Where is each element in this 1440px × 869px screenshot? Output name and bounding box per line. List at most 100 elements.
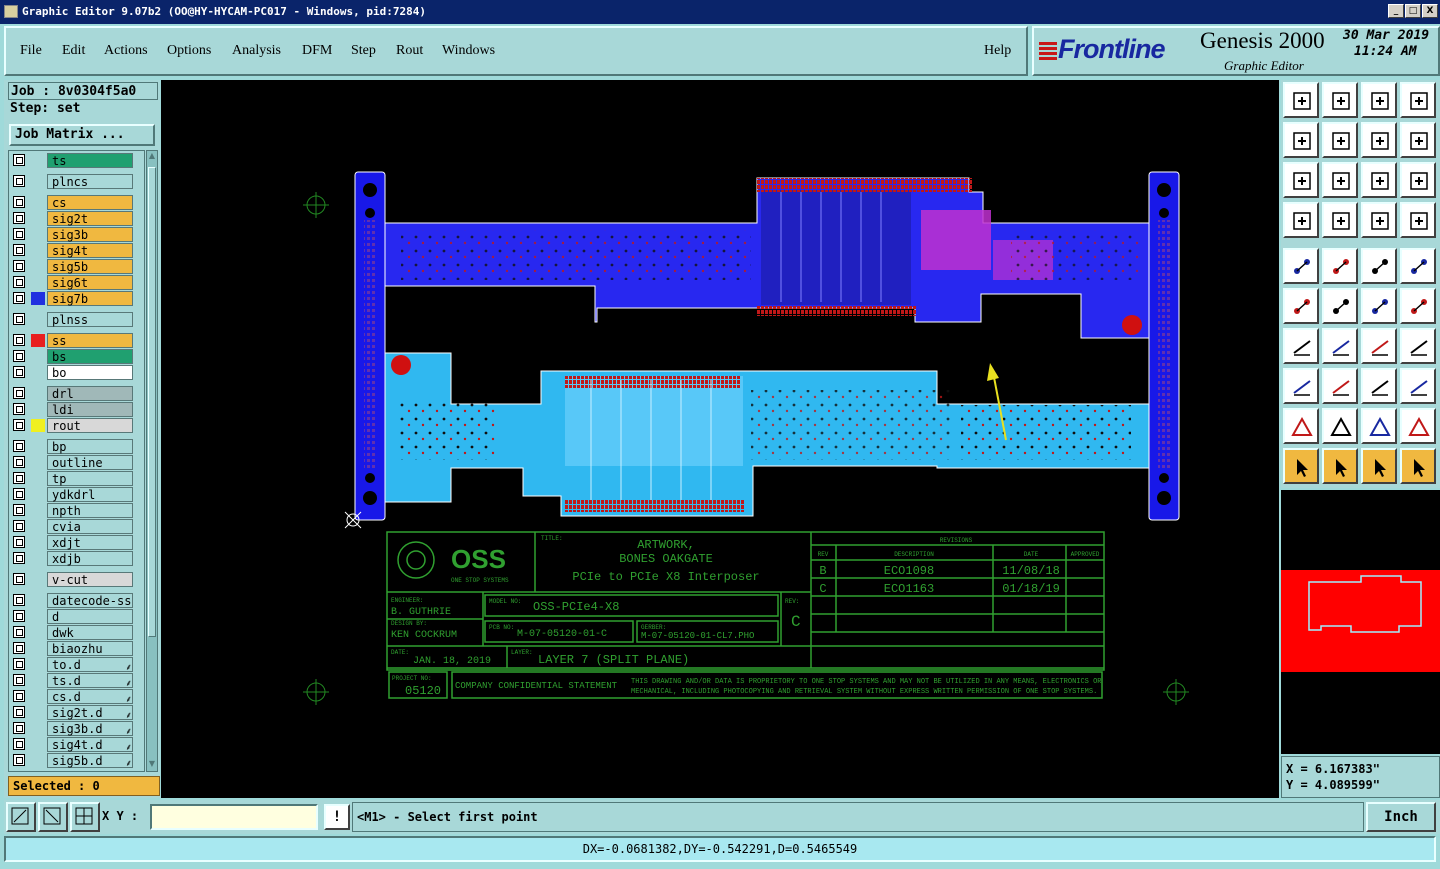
layer-row[interactable]: ydkdrl [11,487,143,502]
layer-color-swatch[interactable] [31,350,45,363]
probe-tool-button[interactable] [1322,202,1358,238]
layer-row[interactable]: dwk [11,625,143,640]
layer-color-swatch[interactable] [31,610,45,623]
layer-name[interactable]: xdjt [47,535,133,550]
arc-tool-button[interactable] [1361,328,1397,364]
zoom-fit-tool-button[interactable] [1283,162,1319,198]
layer-color-swatch[interactable] [31,536,45,549]
layer-checkbox[interactable] [13,674,25,686]
select-poly-tool-button[interactable] [1361,448,1397,484]
xy-input[interactable] [150,804,318,830]
layer-name[interactable]: ts.d ⸙ [47,673,133,689]
layer-checkbox[interactable] [13,366,25,378]
menu-edit[interactable]: Edit [62,43,85,59]
layer-color-swatch[interactable] [31,334,45,347]
layer-checkbox[interactable] [13,154,25,166]
overview-minimap[interactable] [1281,490,1440,754]
layer-checkbox[interactable] [13,626,25,638]
layer-name[interactable]: cs [47,195,133,210]
layer-checkbox[interactable] [13,419,25,431]
layer-row[interactable]: ldi [11,402,143,417]
line-angle-tool-button[interactable] [1283,328,1319,364]
select-net-tool-button[interactable] [1400,448,1436,484]
layer-checkbox[interactable] [13,472,25,484]
layer-checkbox[interactable] [13,722,25,734]
layer-name[interactable]: bo [47,365,133,380]
layer-row[interactable]: bs [11,349,143,364]
layer-checkbox[interactable] [13,276,25,288]
layer-color-swatch[interactable] [31,366,45,379]
layer-color-swatch[interactable] [31,196,45,209]
layer-name[interactable]: sig5b [47,259,133,274]
layer-name[interactable]: tp [47,471,133,486]
menu-actions[interactable]: Actions [104,43,148,59]
layer-name[interactable]: bp [47,439,133,454]
layer-name[interactable]: datecode-ss [47,593,133,608]
menu-options[interactable]: Options [167,43,211,59]
move-pad-tool-button[interactable] [1361,288,1397,324]
layer-name[interactable]: plncs [47,174,133,189]
scroll-tool-button[interactable] [1400,122,1436,158]
layer-color-swatch[interactable] [31,292,45,305]
layer-name[interactable]: sig6t [47,275,133,290]
layer-row[interactable]: drl [11,386,143,401]
layer-checkbox[interactable] [13,313,25,325]
layer-row[interactable]: to.d ⸙ [11,657,143,673]
layer-row[interactable]: outline [11,455,143,470]
layer-checkbox[interactable] [13,403,25,415]
layer-name[interactable]: ydkdrl [47,487,133,502]
minimize-button[interactable]: _ [1388,4,1404,18]
layer-color-swatch[interactable] [31,472,45,485]
layer-row[interactable]: ts [11,153,143,168]
pad-tool-button[interactable] [1400,248,1436,284]
layer-checkbox[interactable] [13,738,25,750]
layer-name[interactable]: outline [47,455,133,470]
layer-row[interactable]: npth [11,503,143,518]
layer-checkbox[interactable] [13,594,25,606]
layer-row[interactable]: sig7b [11,291,143,306]
histogram-tool-button[interactable] [1361,248,1397,284]
layer-name[interactable]: npth [47,503,133,518]
layer-color-swatch[interactable] [31,738,45,751]
layer-name[interactable]: ss [47,333,133,348]
layer-color-swatch[interactable] [31,504,45,517]
layer-color-swatch[interactable] [31,440,45,453]
fit-window-tool-button[interactable] [1400,82,1436,118]
layer-color-swatch[interactable] [31,706,45,719]
menu-windows[interactable]: Windows [442,43,495,59]
scale-tool-button[interactable] [1361,162,1397,198]
menu-step[interactable]: Step [351,43,376,59]
snap-button[interactable] [6,802,36,832]
layer-name[interactable]: sig2t [47,211,133,226]
layer-checkbox[interactable] [13,244,25,256]
layer-color-swatch[interactable] [31,754,45,767]
layer-row[interactable]: bp [11,439,143,454]
layer-row[interactable]: ss [11,333,143,348]
layer-name[interactable]: plnss [47,312,133,327]
layer-row[interactable]: sig6t [11,275,143,290]
layer-checkbox[interactable] [13,260,25,272]
help-tool-button[interactable] [1400,162,1436,198]
layer-name[interactable]: to.d ⸙ [47,657,133,673]
menu-dfm[interactable]: DFM [302,43,332,59]
layer-checkbox[interactable] [13,573,25,585]
layer-color-swatch[interactable] [31,313,45,326]
zoom-prev-tool-button[interactable] [1283,122,1319,158]
layer-checkbox[interactable] [13,642,25,654]
pan-tool-button[interactable] [1361,122,1397,158]
job-matrix-button[interactable]: Job Matrix ... [9,124,155,146]
zoom-center-tool-button[interactable] [1322,162,1358,198]
layer-name[interactable]: sig4t.d ⸙ [47,737,133,753]
line-split-tool-button[interactable] [1322,368,1358,404]
layer-row[interactable]: xdjb [11,551,143,566]
connect-tool-button[interactable] [1283,288,1319,324]
select-cursor-tool-button[interactable] [1283,448,1319,484]
delete-node-tool-button[interactable] [1322,288,1358,324]
unit-button[interactable]: Inch [1366,802,1436,832]
layer-row[interactable]: sig2t [11,211,143,226]
layer-name[interactable]: sig5b.d ⸙ [47,753,133,769]
close-button[interactable]: X [1422,4,1438,18]
maximize-button[interactable]: □ [1405,4,1421,18]
layer-color-swatch[interactable] [31,228,45,241]
layer-checkbox[interactable] [13,334,25,346]
